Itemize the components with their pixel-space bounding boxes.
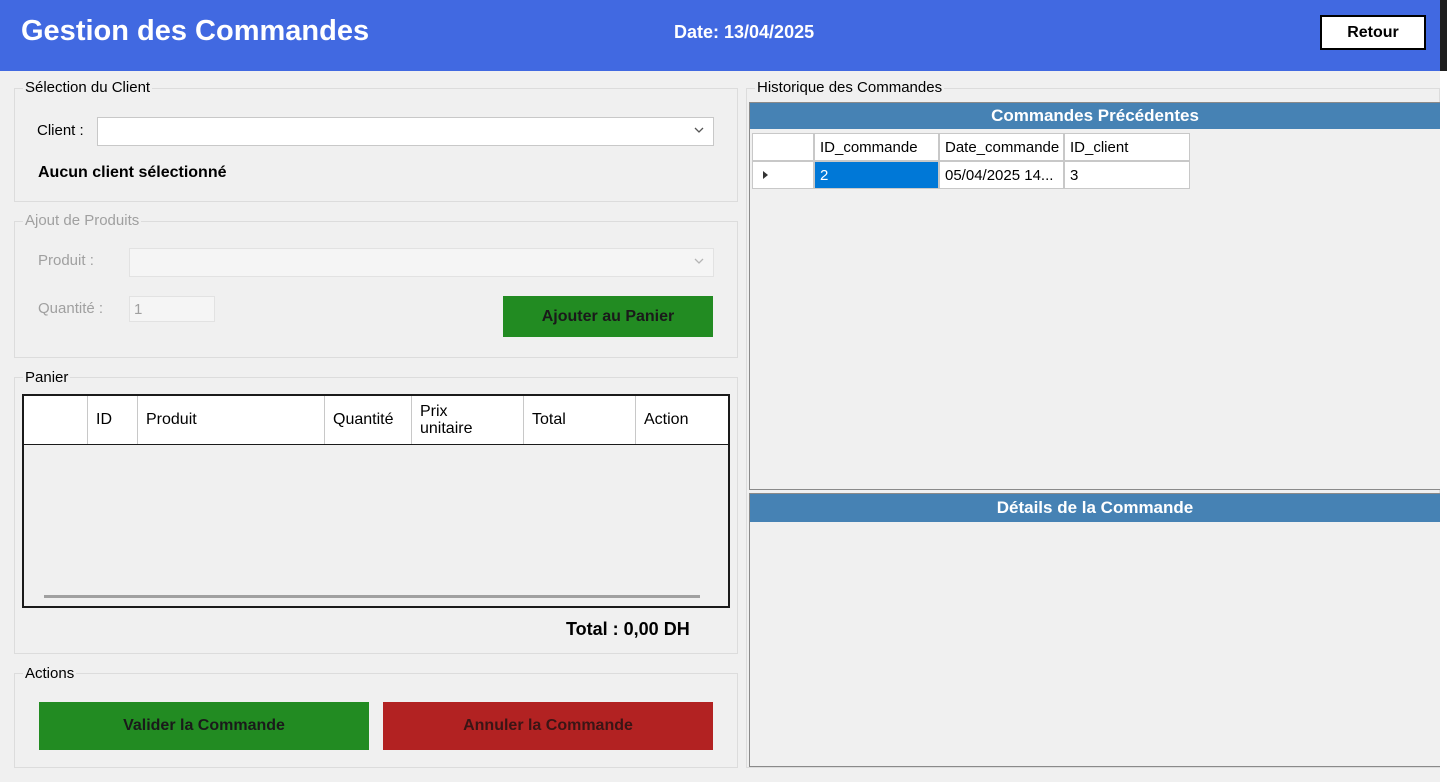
back-button[interactable]: Retour [1320, 15, 1426, 50]
row-selector[interactable] [752, 161, 814, 189]
add-to-cart-button[interactable]: Ajouter au Panier [503, 296, 713, 337]
product-section [14, 221, 738, 358]
row-pointer-icon [763, 171, 768, 179]
window-edge-strip [1440, 71, 1447, 782]
column-header-id-commande[interactable]: ID_commande [814, 133, 939, 161]
quantity-value: 1 [134, 301, 143, 318]
details-panel-title: Détails de la Commande [750, 494, 1440, 522]
client-label: Client : [37, 122, 84, 139]
cart-table-header: ID Produit Quantité Prix unitaire Total … [24, 396, 728, 445]
cart-table[interactable]: ID Produit Quantité Prix unitaire Total … [22, 394, 730, 608]
column-header-total[interactable]: Total [524, 396, 636, 444]
column-header-prix-unitaire[interactable]: Prix unitaire [412, 396, 524, 444]
validate-order-button[interactable]: Valider la Commande [39, 702, 369, 750]
chevron-down-icon [694, 127, 704, 133]
table-cell-date-commande[interactable]: 05/04/2025 14... [939, 161, 1064, 189]
column-header-id[interactable]: ID [88, 396, 138, 444]
client-select[interactable] [97, 117, 714, 146]
chevron-down-icon [694, 258, 704, 264]
column-header-date-commande[interactable]: Date_commande [939, 133, 1064, 161]
cart-total: Total : 0,00 DH [566, 619, 690, 639]
cancel-order-button[interactable]: Annuler la Commande [383, 702, 713, 750]
table-cell-id-client[interactable]: 3 [1064, 161, 1190, 189]
details-panel: Détails de la Commande [749, 493, 1441, 767]
client-status-text: Aucun client sélectionné [38, 164, 227, 181]
client-section-label: Sélection du Client [23, 79, 153, 96]
table-cell-id-commande[interactable]: 2 [814, 161, 939, 189]
current-date: Date: 13/04/2025 [674, 22, 815, 42]
horizontal-scrollbar[interactable] [44, 595, 700, 598]
column-header-produit[interactable]: Produit [138, 396, 325, 444]
column-header-action[interactable]: Action [636, 396, 728, 444]
cart-section-label: Panier [23, 369, 71, 386]
column-header-id-client[interactable]: ID_client [1064, 133, 1190, 161]
history-panel-title: Commandes Précédentes [750, 103, 1440, 129]
column-header-quantite[interactable]: Quantité [325, 396, 412, 444]
actions-section-label: Actions [23, 665, 77, 682]
history-table[interactable]: ID_commande Date_commande ID_client 2 05… [752, 133, 1190, 189]
quantity-input[interactable]: 1 [129, 296, 215, 322]
page-title: Gestion des Commandes [21, 15, 370, 47]
product-section-label: Ajout de Produits [23, 212, 142, 229]
product-select[interactable] [129, 248, 714, 277]
row-header-column [752, 133, 814, 161]
quantity-label: Quantité : [38, 300, 104, 317]
history-section-label: Historique des Commandes [755, 79, 945, 96]
history-panel: Commandes Précédentes ID_commande Date_c… [749, 102, 1441, 490]
row-header-column [24, 396, 88, 444]
product-label: Produit : [38, 252, 94, 269]
